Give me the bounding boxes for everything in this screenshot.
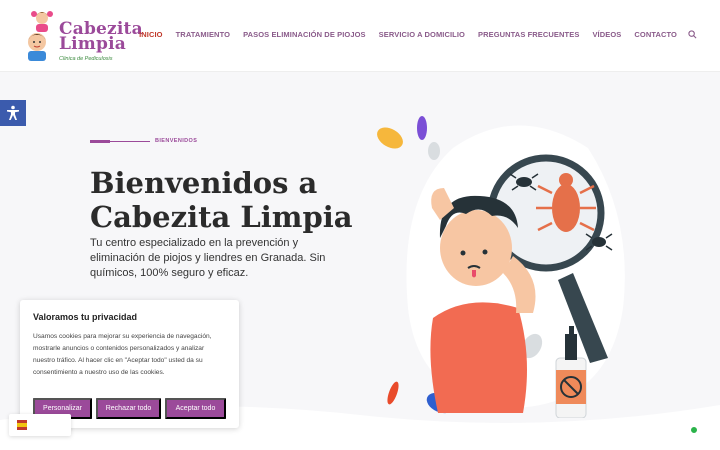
- eyebrow-divider: [90, 139, 150, 143]
- cookie-revisit-widget[interactable]: [9, 414, 71, 436]
- accessibility-icon: [7, 105, 19, 120]
- cookie-title: Valoramos tu privacidad: [33, 312, 138, 322]
- logo-subtitle: Clinica de Pediculosis: [59, 56, 113, 62]
- search-icon[interactable]: [687, 29, 698, 40]
- flag-icon: [17, 420, 27, 430]
- nav-item-servicio[interactable]: SERVICIO A DOMICILIO: [379, 30, 465, 39]
- nav-item-tratamiento[interactable]: TRATAMIENTO: [176, 30, 230, 39]
- cookie-consent-banner: Valoramos tu privacidad Usamos cookies p…: [20, 300, 239, 428]
- hero-illustration: [377, 116, 625, 418]
- main-nav: INICIO TRATAMIENTO PASOS ELIMINACIÓN DE …: [126, 29, 698, 40]
- accessibility-button[interactable]: [0, 100, 26, 126]
- status-badge[interactable]: [690, 426, 698, 434]
- nav-item-inicio[interactable]: INICIO: [139, 30, 163, 39]
- logo-children-icon: [28, 11, 53, 61]
- nav-item-preguntas[interactable]: PREGUNTAS FRECUENTES: [478, 30, 579, 39]
- nav-item-videos[interactable]: VÍDEOS: [592, 30, 621, 39]
- accept-all-button[interactable]: Aceptar todo: [165, 398, 226, 419]
- nav-item-contacto[interactable]: CONTACTO: [634, 30, 677, 39]
- eyebrow-text: BIENVENIDOS: [155, 138, 198, 144]
- nav-item-pasos[interactable]: PASOS ELIMINACIÓN DE PIOJOS: [243, 30, 366, 39]
- hero-title: Bienvenidos a Cabezita Limpia: [90, 166, 353, 234]
- reject-all-button[interactable]: Rechazar todo: [96, 398, 161, 419]
- cookie-text: Usamos cookies para mejorar su experienc…: [33, 333, 212, 376]
- site-header: Cabezita Limpia Clinica de Pediculosis I…: [0, 0, 720, 72]
- hero-eyebrow: BIENVENIDOS: [90, 138, 197, 144]
- hero-description: Tu centro especializado en la prevención…: [90, 237, 326, 279]
